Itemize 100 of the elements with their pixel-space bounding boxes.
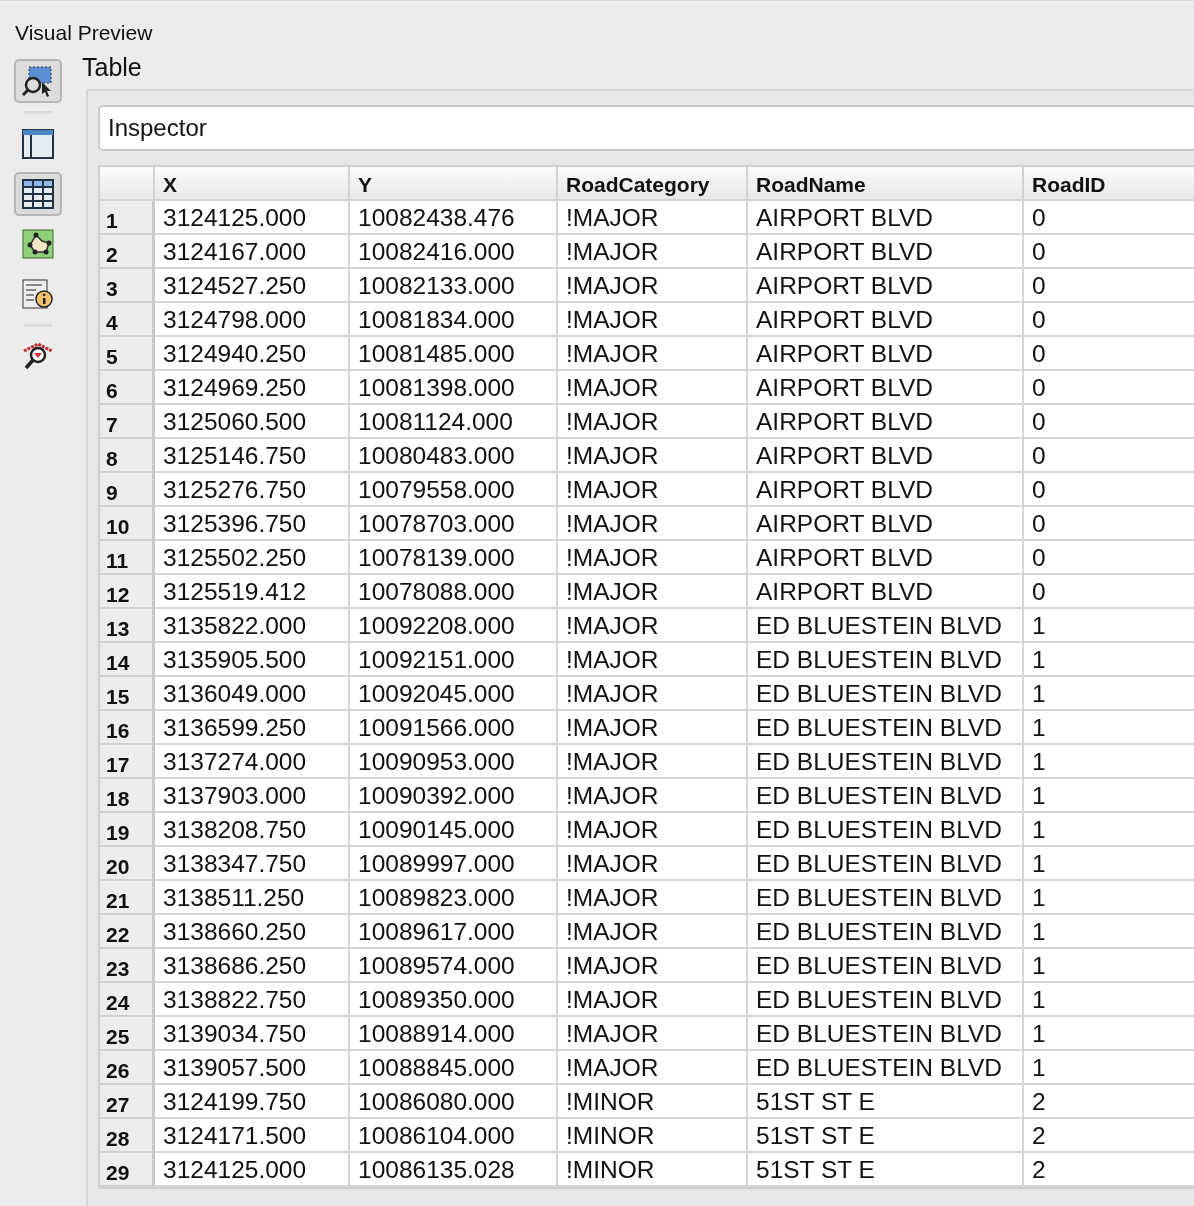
- table-cell: 10078139.000: [350, 541, 558, 575]
- table-cell: 0: [1024, 405, 1194, 439]
- row-header[interactable]: 27: [100, 1085, 155, 1119]
- table-cell: 0: [1024, 303, 1194, 337]
- table-cell: 3138822.750: [155, 983, 350, 1017]
- table-cell: 3135822.000: [155, 609, 350, 643]
- table-cell: AIRPORT BLVD: [748, 473, 1024, 507]
- table-cell: 3124125.000: [155, 201, 350, 235]
- row-header[interactable]: 3: [100, 269, 155, 303]
- column-header[interactable]: RoadCategory: [558, 167, 748, 201]
- row-header[interactable]: 1: [100, 201, 155, 235]
- table-cell: 3125396.750: [155, 507, 350, 541]
- row-header[interactable]: 10: [100, 507, 155, 541]
- table-cell: ED BLUESTEIN BLVD: [748, 745, 1024, 779]
- row-header[interactable]: 21: [100, 881, 155, 915]
- table-cell: !MAJOR: [558, 201, 748, 235]
- row-header[interactable]: 20: [100, 847, 155, 881]
- table-cell: AIRPORT BLVD: [748, 269, 1024, 303]
- table-cell: AIRPORT BLVD: [748, 235, 1024, 269]
- table-cell: 3137903.000: [155, 779, 350, 813]
- table-cell: AIRPORT BLVD: [748, 541, 1024, 575]
- row-header[interactable]: 15: [100, 677, 155, 711]
- table-cell: !MAJOR: [558, 881, 748, 915]
- table-cell: 10089617.000: [350, 915, 558, 949]
- table-cell: !MAJOR: [558, 745, 748, 779]
- row-header[interactable]: 11: [100, 541, 155, 575]
- table-cell: 10090953.000: [350, 745, 558, 779]
- row-header[interactable]: 4: [100, 303, 155, 337]
- table-cell: 3125502.250: [155, 541, 350, 575]
- table-cell: 0: [1024, 371, 1194, 405]
- row-header[interactable]: 2: [100, 235, 155, 269]
- table-cell: 0: [1024, 269, 1194, 303]
- table-cell: !MAJOR: [558, 371, 748, 405]
- column-header[interactable]: Y: [350, 167, 558, 201]
- table-cell: 10088845.000: [350, 1051, 558, 1085]
- table-cell: !MAJOR: [558, 1051, 748, 1085]
- toolbar-button[interactable]: [14, 172, 62, 216]
- table-cell: 10090145.000: [350, 813, 558, 847]
- table-cell: 0: [1024, 575, 1194, 609]
- table-cell: 2: [1024, 1085, 1194, 1119]
- table-cell: AIRPORT BLVD: [748, 337, 1024, 371]
- table-cell: !MAJOR: [558, 813, 748, 847]
- table-cell: 3138347.750: [155, 847, 350, 881]
- table-cell: 1: [1024, 915, 1194, 949]
- row-header[interactable]: 7: [100, 405, 155, 439]
- table-cell: 1: [1024, 609, 1194, 643]
- table-cell: !MAJOR: [558, 779, 748, 813]
- table-cell: 3138511.250: [155, 881, 350, 915]
- row-header[interactable]: 17: [100, 745, 155, 779]
- table-cell: 3138660.250: [155, 915, 350, 949]
- table-cell: 10086080.000: [350, 1085, 558, 1119]
- row-header[interactable]: 14: [100, 643, 155, 677]
- table-cell: 10086104.000: [350, 1119, 558, 1153]
- table-cell: !MAJOR: [558, 915, 748, 949]
- row-header[interactable]: 5: [100, 337, 155, 371]
- row-header[interactable]: 23: [100, 949, 155, 983]
- table-cell: 10081124.000: [350, 405, 558, 439]
- table-cell: ED BLUESTEIN BLVD: [748, 1051, 1024, 1085]
- row-header[interactable]: 29: [100, 1153, 155, 1187]
- toolbar-button[interactable]: [14, 59, 62, 103]
- table-cell: 3124171.500: [155, 1119, 350, 1153]
- table-cell: 3137274.000: [155, 745, 350, 779]
- table-cell: 1: [1024, 1051, 1194, 1085]
- row-header[interactable]: 18: [100, 779, 155, 813]
- table-cell: !MAJOR: [558, 405, 748, 439]
- table-cell: AIRPORT BLVD: [748, 371, 1024, 405]
- row-header[interactable]: 22: [100, 915, 155, 949]
- inspector-field[interactable]: Inspector: [98, 105, 1194, 151]
- row-header[interactable]: 28: [100, 1119, 155, 1153]
- table-cell: 1: [1024, 745, 1194, 779]
- table-cell: !MAJOR: [558, 1017, 748, 1051]
- table-cell: 3125276.750: [155, 473, 350, 507]
- table-cell: 3124199.750: [155, 1085, 350, 1119]
- row-header[interactable]: 12: [100, 575, 155, 609]
- table-cell: 51ST ST E: [748, 1085, 1024, 1119]
- table-cell: AIRPORT BLVD: [748, 303, 1024, 337]
- row-header[interactable]: 16: [100, 711, 155, 745]
- table-cell: 3135905.500: [155, 643, 350, 677]
- table-cell: ED BLUESTEIN BLVD: [748, 711, 1024, 745]
- column-header[interactable]: RoadName: [748, 167, 1024, 201]
- table-cell: 0: [1024, 473, 1194, 507]
- row-header[interactable]: 9: [100, 473, 155, 507]
- table-cell: 0: [1024, 439, 1194, 473]
- table-cell: ED BLUESTEIN BLVD: [748, 983, 1024, 1017]
- table-cell: 1: [1024, 779, 1194, 813]
- row-header[interactable]: 13: [100, 609, 155, 643]
- row-header[interactable]: 26: [100, 1051, 155, 1085]
- row-header[interactable]: 8: [100, 439, 155, 473]
- column-header[interactable]: X: [155, 167, 350, 201]
- table-cell: 3136599.250: [155, 711, 350, 745]
- table-cell: ED BLUESTEIN BLVD: [748, 1017, 1024, 1051]
- table-cell: ED BLUESTEIN BLVD: [748, 779, 1024, 813]
- column-header[interactable]: RoadID: [1024, 167, 1194, 201]
- row-header[interactable]: 24: [100, 983, 155, 1017]
- row-header[interactable]: 19: [100, 813, 155, 847]
- table-cell: 2: [1024, 1153, 1194, 1187]
- table-cell: !MINOR: [558, 1153, 748, 1187]
- row-header[interactable]: 6: [100, 371, 155, 405]
- table-cell: 3124125.000: [155, 1153, 350, 1187]
- row-header[interactable]: 25: [100, 1017, 155, 1051]
